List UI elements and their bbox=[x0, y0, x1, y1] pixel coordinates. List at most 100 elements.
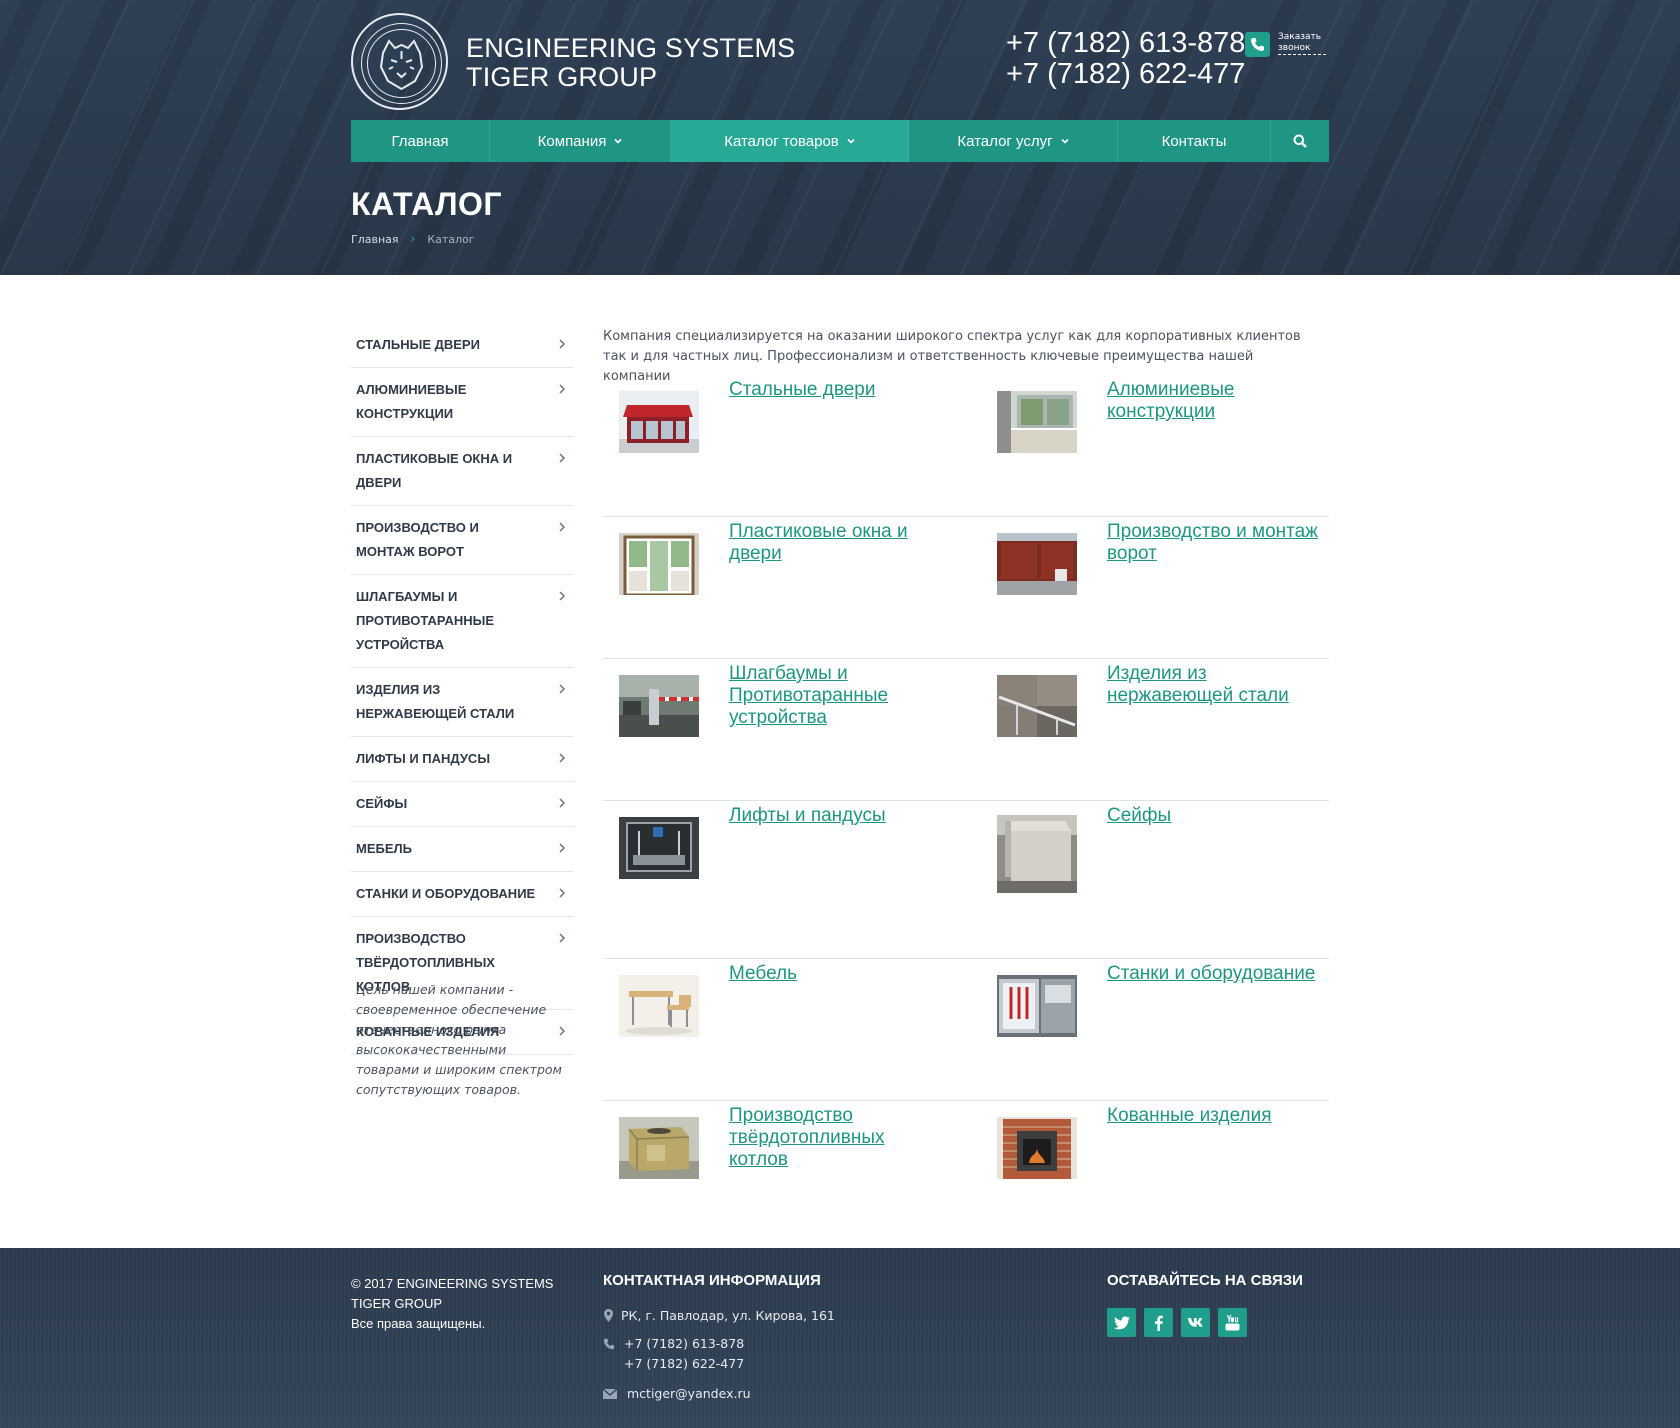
copyright-line-2: TIGER GROUP bbox=[351, 1296, 443, 1311]
catalog-item: Стальные двери bbox=[603, 375, 981, 516]
youtube-icon bbox=[1225, 1314, 1240, 1330]
sidebar-item[interactable]: Сейфы bbox=[351, 782, 574, 827]
sidebar-item[interactable]: Станки и оборудование bbox=[351, 872, 574, 917]
handrail-photo[interactable] bbox=[997, 675, 1077, 737]
footer-address: РК, г. Павлодар, ул. Кирова, 161 bbox=[621, 1308, 835, 1323]
safe-photo[interactable] bbox=[997, 815, 1077, 893]
catalog-item-link[interactable]: Пластиковые окна и двери bbox=[729, 521, 929, 565]
callback-link[interactable]: Заказать звонок bbox=[1278, 32, 1326, 55]
nav-item-company[interactable]: Компания bbox=[490, 120, 671, 162]
catalog-item-link[interactable]: Стальные двери bbox=[729, 379, 929, 401]
kiosk-photo[interactable] bbox=[619, 391, 699, 453]
brand-line-1: ENGINEERING SYSTEMS bbox=[466, 33, 796, 63]
sidebar-item[interactable]: Мебель bbox=[351, 827, 574, 872]
breadcrumb-home[interactable]: Главная bbox=[351, 233, 399, 246]
barrier-photo[interactable] bbox=[619, 675, 699, 737]
catalog-item-link[interactable]: Лифты и пандусы bbox=[729, 805, 929, 827]
chevron-right-icon bbox=[559, 798, 566, 808]
vk-icon bbox=[1187, 1318, 1202, 1327]
catalog-item-link[interactable]: Производство твёрдотопливных котлов bbox=[729, 1105, 929, 1171]
sidebar-item-label: Лифты и пандусы bbox=[356, 751, 491, 766]
sidebar-item-label: Алюминиевые конструкции bbox=[356, 382, 467, 421]
header-phone-2[interactable]: +7 (7182) 622-477 bbox=[1006, 59, 1245, 90]
chevron-right-icon bbox=[559, 522, 566, 532]
catalog-item-link[interactable]: Изделия из нержавеющей стали bbox=[1107, 663, 1335, 707]
brand-name[interactable]: ENGINEERING SYSTEMS TIGER GROUP bbox=[466, 34, 795, 92]
catalog-item: Производство твёрдотопливных котлов bbox=[603, 1101, 981, 1242]
school-desk-photo[interactable] bbox=[619, 975, 699, 1037]
nav-item-label: Главная bbox=[391, 132, 449, 150]
lift-photo[interactable] bbox=[619, 817, 699, 879]
catalog-item-link[interactable]: Производство и монтаж ворот bbox=[1107, 521, 1335, 565]
facebook-button[interactable] bbox=[1144, 1308, 1173, 1337]
sidebar-item[interactable]: Алюминиевые конструкции bbox=[351, 368, 574, 437]
catalog-item-link[interactable]: Мебель bbox=[729, 963, 929, 985]
phone-icon[interactable] bbox=[1245, 32, 1270, 57]
sidebar-item-label: Мебель bbox=[356, 841, 412, 856]
chevron-down-icon bbox=[847, 138, 855, 144]
vk-button[interactable] bbox=[1181, 1308, 1210, 1337]
sidebar-item[interactable]: Изделия из нержавеющей стали bbox=[351, 668, 574, 737]
machine-photo[interactable] bbox=[997, 975, 1077, 1037]
catalog-item: Кованные изделия bbox=[981, 1101, 1329, 1242]
catalog-item: Пластиковые окна и двери bbox=[603, 517, 981, 658]
chevron-right-icon bbox=[559, 933, 566, 943]
header-phones: +7 (7182) 613-878 +7 (7182) 622-477 bbox=[1006, 28, 1245, 90]
catalog-item: Производство и монтаж ворот bbox=[981, 517, 1329, 658]
brand-line-2: TIGER GROUP bbox=[466, 62, 658, 92]
footer-social-title: ОСТАВАЙТЕСЬ НА СВЯЗИ bbox=[1107, 1272, 1303, 1289]
footer-phone-1[interactable]: +7 (7182) 613-878 bbox=[624, 1334, 744, 1354]
sidebar-item[interactable]: Лифты и пандусы bbox=[351, 737, 574, 782]
map-marker-icon bbox=[604, 1309, 613, 1322]
nav-item-label: Каталог услуг bbox=[957, 132, 1053, 150]
breadcrumb-current: Каталог bbox=[427, 232, 475, 246]
catalog-item: Шлагбаумы и Противотаранные устройства bbox=[603, 659, 981, 800]
catalog-item: Лифты и пандусы bbox=[603, 801, 981, 958]
catalog-item: Сейфы bbox=[981, 801, 1329, 958]
footer-phone-2[interactable]: +7 (7182) 622-477 bbox=[624, 1354, 744, 1374]
sidebar-item[interactable]: Пластиковые окна и двери bbox=[351, 437, 574, 506]
fireplace-photo[interactable] bbox=[997, 1117, 1077, 1179]
tiger-logo[interactable] bbox=[351, 13, 448, 110]
catalog-item-link[interactable]: Шлагбаумы и Противотаранные устройства bbox=[729, 663, 929, 729]
catalog-row: Шлагбаумы и Противотаранные устройства Из… bbox=[603, 659, 1329, 801]
sidebar-item-label: Стальные двери bbox=[356, 337, 480, 352]
youtube-button[interactable] bbox=[1218, 1308, 1247, 1337]
sidebar-item[interactable]: Шлагбаумы и противотаранные устройства bbox=[351, 575, 574, 668]
sidebar-item-label: Сейфы bbox=[356, 796, 408, 811]
catalog-item: Изделия из нержавеющей стали bbox=[981, 659, 1329, 800]
sidebar-item-label: Пластиковые окна и двери bbox=[356, 451, 513, 490]
nav-item-product-catalog[interactable]: Каталог товаров bbox=[671, 120, 909, 162]
nav-item-service-catalog[interactable]: Каталог услуг bbox=[909, 120, 1118, 162]
window-door-photo[interactable] bbox=[619, 533, 699, 595]
gate-photo[interactable] bbox=[997, 533, 1077, 595]
nav-item-contacts[interactable]: Контакты bbox=[1118, 120, 1271, 162]
footer-email[interactable]: mctiger@yandex.ru bbox=[627, 1384, 751, 1404]
company-mission-note: Цель нашей компании - своевременное обес… bbox=[356, 982, 562, 1097]
catalog-item-link[interactable]: Сейфы bbox=[1107, 805, 1335, 827]
sidebar-item-label: Станки и оборудование bbox=[356, 886, 536, 901]
search-icon bbox=[1293, 134, 1307, 148]
catalog-row: Стальные двери Алюминиевые конструкции bbox=[603, 375, 1329, 517]
sidebar-item[interactable]: Производство и монтаж ворот bbox=[351, 506, 574, 575]
catalog-item-link[interactable]: Кованные изделия bbox=[1107, 1105, 1335, 1127]
tiger-logo-icon bbox=[361, 23, 442, 104]
catalog-item-link[interactable]: Станки и оборудование bbox=[1107, 963, 1335, 985]
chevron-right-icon bbox=[559, 591, 566, 601]
catalog-item: Станки и оборудование bbox=[981, 959, 1329, 1100]
boiler-photo[interactable] bbox=[619, 1117, 699, 1179]
sidebar-item[interactable]: Стальные двери bbox=[351, 323, 574, 368]
nav-search-button[interactable] bbox=[1271, 120, 1329, 162]
balcony-photo[interactable] bbox=[997, 391, 1077, 453]
twitter-button[interactable] bbox=[1107, 1308, 1136, 1337]
nav-item-home[interactable]: Главная bbox=[351, 120, 490, 162]
chevron-right-icon bbox=[559, 684, 566, 694]
nav-item-label: Контакты bbox=[1161, 132, 1227, 150]
breadcrumb: Главная › Каталог bbox=[351, 232, 475, 246]
catalog-item-link[interactable]: Алюминиевые конструкции bbox=[1107, 379, 1335, 423]
twitter-icon bbox=[1113, 1315, 1130, 1329]
header-phone-1[interactable]: +7 (7182) 613-878 bbox=[1006, 28, 1245, 59]
catalog-row: Мебель Станки и оборудование bbox=[603, 959, 1329, 1101]
chevron-down-icon bbox=[614, 138, 622, 144]
chevron-right-icon bbox=[559, 339, 566, 349]
